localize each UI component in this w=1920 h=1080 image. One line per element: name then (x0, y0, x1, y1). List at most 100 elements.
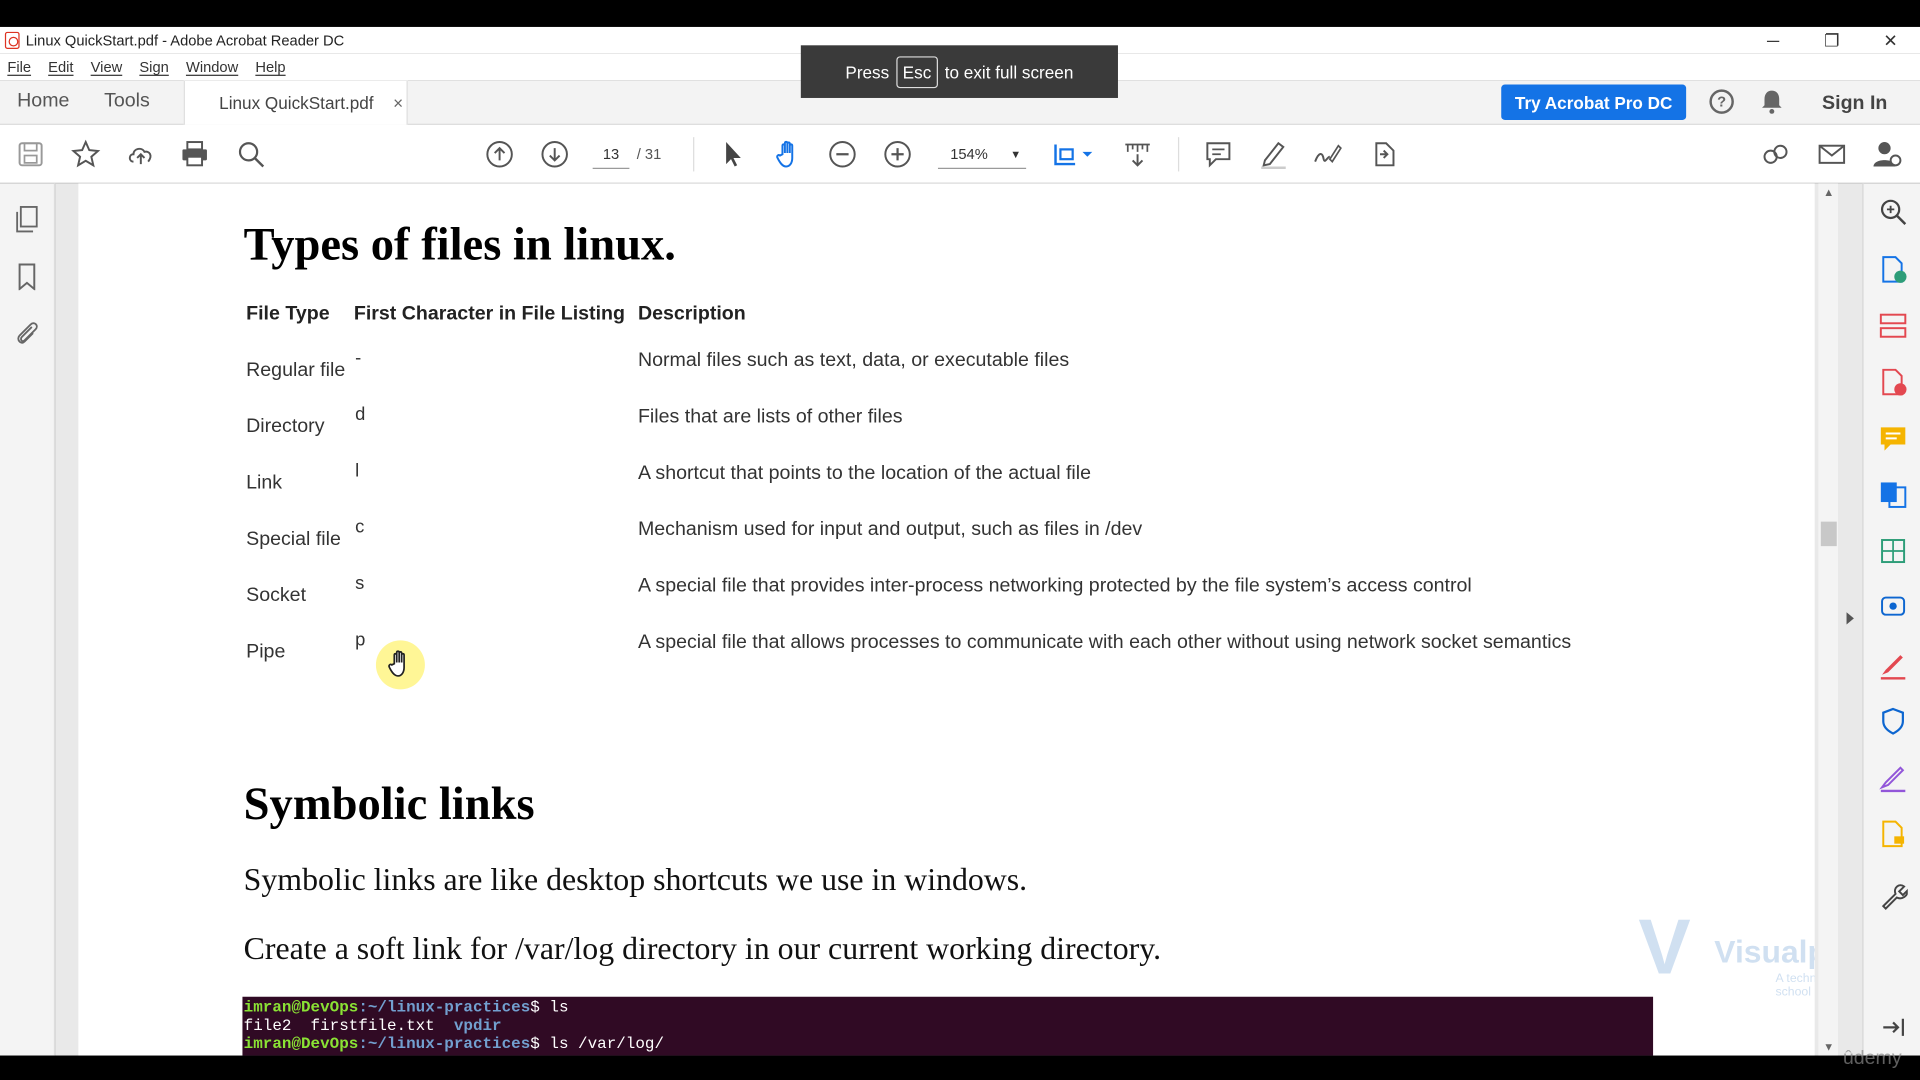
tab-document[interactable]: Linux QuickStart.pdf × (183, 80, 408, 125)
terminal-path: :~/linux-practices (358, 997, 531, 1017)
table-cell-char: - (355, 347, 362, 369)
terminal-line: file2 firstfile.txt vpdir (244, 1016, 1653, 1034)
pdf-page: Types of files in linux. File Type First… (78, 183, 1815, 1056)
menu-file[interactable]: File (7, 59, 31, 76)
pdf-app-icon (4, 31, 20, 49)
fill-and-sign-icon[interactable] (1878, 650, 1907, 680)
export-pdf-icon[interactable] (1878, 255, 1907, 284)
right-panel-collapse-arrow-icon[interactable] (1846, 612, 1854, 625)
paragraph-soft-link: Create a soft link for /var/log director… (243, 930, 1162, 967)
select-arrow-icon[interactable] (719, 140, 748, 169)
table-cell-type: Regular file (246, 360, 346, 381)
terminal-screenshot: imran@DevOps:~/linux-practices$ ls file2… (242, 996, 1654, 1056)
previous-page-icon[interactable] (485, 140, 514, 169)
paragraph-symbolic-links: Symbolic links are like desktop shortcut… (243, 862, 1028, 898)
email-icon[interactable] (1817, 140, 1846, 169)
zoom-value: 154% (950, 145, 988, 163)
toolbar-divider (693, 137, 695, 172)
more-tools-wrench-icon[interactable] (1878, 882, 1909, 911)
fill-sign-icon[interactable] (1313, 140, 1342, 169)
cloud-upload-icon[interactable] (126, 140, 155, 169)
table-cell-type: Directory (246, 416, 325, 438)
zoom-tool-icon[interactable] (1878, 197, 1907, 226)
column-header-file-type: File Type (246, 303, 330, 325)
menu-window[interactable]: Window (186, 59, 238, 76)
close-tab-icon[interactable]: × (393, 93, 403, 113)
save-icon[interactable] (16, 140, 45, 169)
terminal-user: imran@DevOps (243, 1034, 359, 1054)
bookmark-icon[interactable] (13, 263, 40, 292)
tab-home[interactable]: Home (17, 91, 69, 113)
create-pdf-icon[interactable] (1878, 367, 1907, 396)
table-cell-type: Socket (246, 585, 307, 607)
toast-press-text: Press (845, 61, 890, 82)
toolbar-divider (1177, 137, 1180, 172)
restore-button[interactable]: ❐ (1802, 27, 1861, 54)
menu-view[interactable]: View (91, 59, 123, 76)
expand-panel-icon[interactable] (1878, 1013, 1907, 1042)
page-number-input[interactable]: 13 (592, 140, 630, 169)
zoom-in-icon[interactable] (883, 140, 912, 169)
toolbar: 13 / 31 154% ▼ (0, 124, 1920, 184)
scrollbar-thumb[interactable] (1820, 521, 1837, 547)
terminal-line: imran@DevOps:~/linux-practices$ ls (244, 998, 1653, 1016)
sign-in-link[interactable]: Sign In (1822, 93, 1887, 115)
zoom-out-icon[interactable] (828, 140, 857, 169)
hand-tool-icon[interactable] (774, 140, 803, 169)
scan-ocr-icon[interactable] (1878, 593, 1907, 622)
bookmark-star-icon[interactable] (71, 139, 101, 169)
table-cell-desc: Files that are lists of other files (637, 406, 903, 428)
page-total: / 31 (636, 145, 662, 163)
request-signature-icon[interactable] (1878, 763, 1907, 793)
scroll-down-icon[interactable]: ▼ (1823, 1041, 1834, 1053)
find-magnifier-icon[interactable] (236, 140, 265, 169)
edit-pdf-icon[interactable] (1878, 536, 1907, 565)
watermark-name: Visualpath (1714, 933, 1814, 970)
mouse-cursor-hand-icon (375, 640, 425, 690)
scroll-up-icon[interactable]: ▲ (1823, 186, 1834, 198)
udemy-watermark: ûdemy (1842, 1048, 1902, 1069)
column-header-first-character: First Character in File Listing (353, 303, 625, 325)
help-icon[interactable]: ? (1709, 89, 1734, 114)
menu-sign[interactable]: Sign (139, 59, 168, 76)
zoom-level-dropdown[interactable]: 154% ▼ (937, 140, 1027, 169)
table-cell-type: Special file (246, 528, 341, 550)
table-cell-char: c (355, 516, 365, 538)
right-tools-rail (1862, 183, 1920, 1056)
menu-help[interactable]: Help (255, 59, 285, 76)
terminal-command: $ ls /var/log/ (530, 1034, 665, 1054)
organize-pages-icon[interactable] (1878, 311, 1907, 340)
send-link-icon[interactable] (1761, 140, 1790, 169)
prepare-form-icon[interactable] (1878, 819, 1907, 848)
convert-pdf-icon[interactable] (1878, 480, 1907, 509)
terminal-output-dir: vpdir (453, 1016, 502, 1035)
attachment-paperclip-icon[interactable] (13, 320, 40, 347)
fit-page-icon[interactable] (1053, 140, 1095, 169)
scroll-mode-icon[interactable] (1123, 140, 1152, 169)
left-navigation-rail (0, 183, 56, 1056)
share-link-icon[interactable] (1369, 140, 1398, 169)
watermark-tagline: A technology school (1775, 972, 1815, 1000)
add-user-icon[interactable] (1872, 140, 1902, 169)
chevron-down-icon: ▼ (1010, 148, 1022, 161)
table-cell-char: l (355, 460, 360, 482)
next-page-icon[interactable] (540, 140, 569, 169)
table-cell-char: d (355, 404, 366, 425)
page-thumbnails-icon[interactable] (13, 206, 40, 233)
window-controls: ─ ❐ ✕ (1744, 27, 1920, 54)
minimize-button[interactable]: ─ (1744, 27, 1803, 54)
comment-icon[interactable] (1204, 140, 1233, 169)
highlight-pen-icon[interactable] (1259, 140, 1288, 169)
protect-shield-icon[interactable] (1878, 707, 1907, 736)
vertical-scrollbar[interactable]: ▲ ▼ (1818, 183, 1838, 1056)
try-acrobat-pro-button[interactable]: Try Acrobat Pro DC (1501, 84, 1687, 121)
print-icon[interactable] (180, 140, 209, 169)
menu-edit[interactable]: Edit (48, 59, 73, 76)
toast-rest-text: to exit full screen (944, 61, 1074, 82)
tab-tools[interactable]: Tools (104, 91, 150, 113)
comment-tool-icon[interactable] (1878, 424, 1907, 453)
notification-bell-icon[interactable] (1761, 89, 1783, 114)
table-cell-char: s (355, 573, 365, 594)
heading-symbolic-links: Symbolic links (243, 778, 535, 831)
close-window-button[interactable]: ✕ (1861, 27, 1920, 54)
